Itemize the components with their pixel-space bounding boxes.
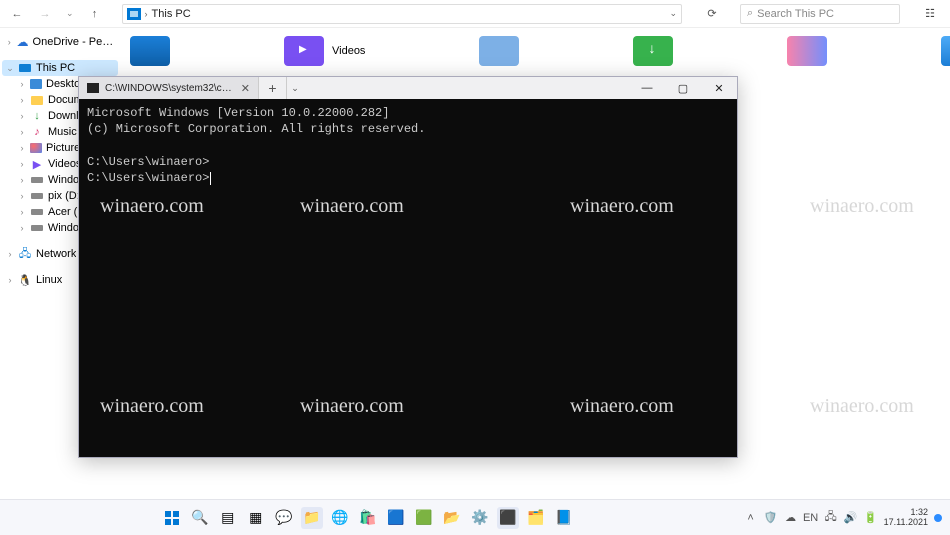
folder-documents[interactable] (479, 36, 519, 66)
close-window-button[interactable] (701, 77, 737, 99)
language-icon[interactable]: EN (804, 511, 818, 525)
folder-music[interactable] (941, 36, 950, 66)
minimize-button[interactable] (629, 77, 665, 99)
sidebar-item-label: This PC (36, 62, 75, 74)
chat-button[interactable]: 💬 (273, 507, 295, 529)
folder-icon (30, 94, 44, 106)
address-bar[interactable]: › This PC ⌄ (122, 4, 682, 24)
folder-desktop[interactable] (130, 36, 170, 66)
app-button[interactable]: 🗂️ (525, 507, 547, 529)
videos-folder-icon (284, 36, 324, 66)
terminal-body[interactable]: Microsoft Windows [Version 10.0.22000.28… (79, 99, 737, 457)
nav-up[interactable]: ↑ (88, 7, 102, 21)
pc-icon (127, 8, 141, 20)
pictures-icon (30, 143, 42, 153)
folder-downloads[interactable] (633, 36, 673, 66)
sidebar-item-thispc[interactable]: ⌄ This PC (2, 60, 118, 76)
documents-folder-icon (479, 36, 519, 66)
file-explorer-button[interactable]: 📁 (301, 507, 323, 529)
terminal-prompt: C:\Users\winaero> (87, 171, 209, 185)
sidebar-item-label: OneDrive - Personal (33, 36, 114, 48)
terminal-tab-title: C:\WINDOWS\system32\cmd.ex (105, 83, 235, 94)
defender-icon[interactable]: 🛡️ (764, 511, 778, 525)
settings-button[interactable]: ⚙️ (469, 507, 491, 529)
app-button[interactable]: 📘 (553, 507, 575, 529)
task-view-button[interactable]: ▤ (217, 507, 239, 529)
sidebar-item-label: Music (48, 126, 77, 138)
pc-icon (18, 62, 32, 74)
drive-icon (30, 206, 44, 218)
taskbar: 🔍 ▤ ▦ 💬 📁 🌐 🛍️ 🟦 🟩 📂 ⚙️ ⬛ 🗂️ 📘 ˄ 🛡️ ☁ EN… (0, 499, 950, 535)
clock-date: 17.11.2021 (884, 518, 928, 528)
terminal-tab[interactable]: C:\WINDOWS\system32\cmd.ex ✕ (79, 77, 259, 99)
drive-icon (30, 174, 44, 186)
folder-videos[interactable]: Videos (284, 36, 365, 66)
terminal-line: Microsoft Windows [Version 10.0.22000.28… (87, 106, 389, 120)
app-button[interactable]: 🟦 (385, 507, 407, 529)
notifications-button[interactable] (934, 514, 942, 522)
folder-label: Videos (332, 45, 365, 57)
pictures-folder-icon (787, 36, 827, 66)
details-panel-button[interactable]: ☷ (920, 7, 940, 20)
music-icon: ♪ (30, 126, 44, 138)
search-input[interactable]: ⌕ Search This PC (740, 4, 900, 24)
music-folder-icon (941, 36, 950, 66)
terminal-prompt: C:\Users\winaero> (87, 155, 209, 169)
network-tray-icon[interactable]: 🖧 (824, 511, 838, 525)
drive-icon (30, 190, 44, 202)
cmd-icon (87, 83, 99, 93)
widgets-button[interactable]: ▦ (245, 507, 267, 529)
linux-icon: 🐧 (18, 274, 32, 286)
desktop-icon (30, 79, 42, 89)
nav-back[interactable]: ← (10, 7, 24, 21)
address-dropdown-icon[interactable]: ⌄ (669, 8, 677, 19)
nav-recent-dropdown[interactable]: ⌄ (66, 8, 74, 19)
search-icon: ⌕ (747, 7, 753, 20)
download-icon: ↓ (30, 110, 44, 122)
store-button[interactable]: 🛍️ (357, 507, 379, 529)
drive-icon (30, 222, 44, 234)
taskbar-clock[interactable]: 1:32 17.11.2021 (884, 508, 928, 528)
terminal-line: (c) Microsoft Corporation. All rights re… (87, 122, 425, 136)
terminal-button[interactable]: ⬛ (497, 507, 519, 529)
folder-pictures[interactable] (787, 36, 827, 66)
folder-button[interactable]: 📂 (441, 507, 463, 529)
desktop-folder-icon (130, 36, 170, 66)
cursor-icon (210, 172, 211, 185)
tray-expand-icon[interactable]: ˄ (744, 511, 758, 525)
close-tab-icon[interactable]: ✕ (241, 82, 250, 95)
edge-button[interactable]: 🌐 (329, 507, 351, 529)
sidebar-item-onedrive[interactable]: › ☁ OneDrive - Personal (2, 34, 118, 50)
sidebar-item-label: Videos (48, 158, 81, 170)
chevron-down-icon[interactable]: ⌄ (6, 63, 14, 74)
search-placeholder: Search This PC (757, 8, 834, 20)
sidebar-item-label: Linux (36, 274, 62, 286)
address-text: This PC (152, 8, 191, 20)
onedrive-tray-icon[interactable]: ☁ (784, 511, 798, 525)
volume-icon[interactable]: 🔊 (844, 511, 858, 525)
tab-dropdown-icon[interactable]: ⌄ (287, 77, 303, 99)
maximize-button[interactable] (665, 77, 701, 99)
chevron-right-icon[interactable]: › (6, 37, 13, 47)
terminal-titlebar[interactable]: C:\WINDOWS\system32\cmd.ex ✕ + ⌄ (79, 77, 737, 99)
network-icon: 🖧 (18, 248, 32, 260)
nav-forward[interactable]: → (38, 7, 52, 21)
downloads-folder-icon (633, 36, 673, 66)
refresh-button[interactable]: ⟳ (702, 7, 722, 20)
video-icon: ▶ (30, 158, 44, 170)
cloud-icon: ☁ (17, 36, 29, 48)
search-button[interactable]: 🔍 (189, 507, 211, 529)
terminal-window: C:\WINDOWS\system32\cmd.ex ✕ + ⌄ Microso… (78, 76, 738, 458)
battery-icon[interactable]: 🔋 (864, 511, 878, 525)
sidebar-item-label: Network (36, 248, 76, 260)
start-button[interactable] (161, 507, 183, 529)
app-button[interactable]: 🟩 (413, 507, 435, 529)
chevron-right-icon: › (145, 9, 148, 19)
new-tab-button[interactable]: + (259, 77, 287, 99)
